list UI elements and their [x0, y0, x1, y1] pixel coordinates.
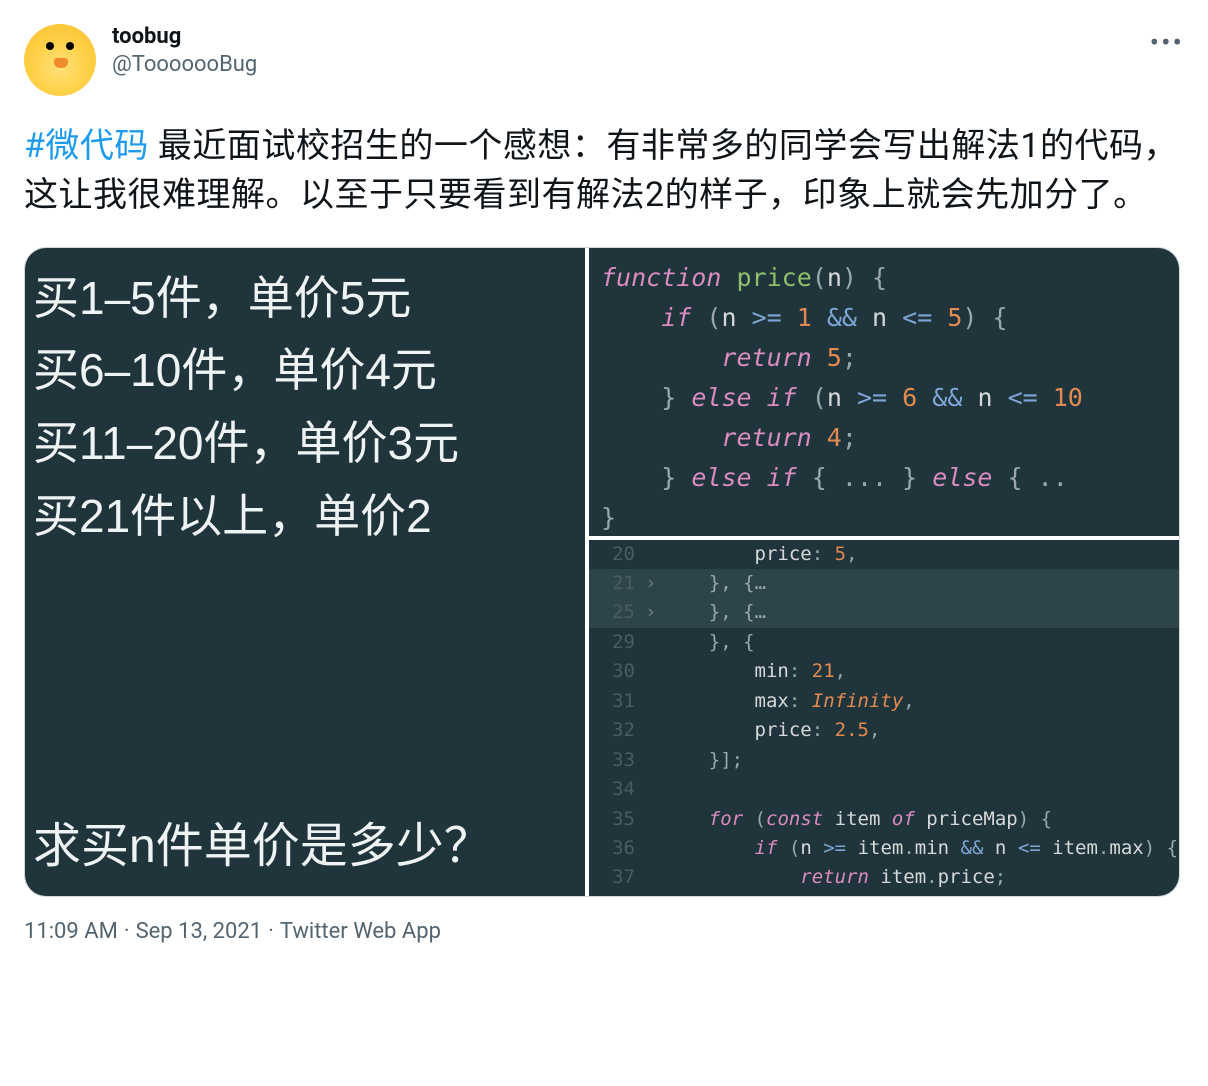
tweet-meta: 11:09 AM·Sep 13, 2021·Twitter Web App [24, 919, 1184, 944]
tweet-header: toobug @TooooooBug ••• [24, 24, 1184, 96]
price-rule: 买1–5件，单价5元 [25, 262, 585, 335]
tweet-client[interactable]: Twitter Web App [280, 919, 441, 944]
tweet-date[interactable]: Sep 13, 2021 [136, 919, 263, 944]
problem-question: 求买n件单价是多少？ [25, 806, 585, 896]
media-grid: 买1–5件，单价5元 买6–10件，单价4元 买11–20件，单价3元 买21件… [24, 247, 1180, 897]
attached-image-3[interactable]: 20 price: 5, 21› }, {…25› }, {…29 }, { 3… [589, 540, 1179, 896]
tweet-card: toobug @TooooooBug ••• #微代码 最近面试校招生的一个感想… [0, 0, 1208, 944]
price-rule: 买21件以上，单价2 [25, 480, 585, 553]
author-name: toobug [112, 24, 1150, 50]
tweet-body-text: 最近面试校招生的一个感想：有非常多的同学会写出解法1的代码，这让我很难理解。以至… [24, 126, 1178, 215]
price-rule: 买6–10件，单价4元 [25, 334, 585, 407]
attached-image-2[interactable]: function price(n) { if (n >= 1 && n <= 5… [589, 248, 1179, 536]
hashtag-link[interactable]: #微代码 [24, 126, 149, 166]
tweet-text: #微代码 最近面试校招生的一个感想：有非常多的同学会写出解法1的代码，这让我很难… [24, 122, 1184, 221]
author-block[interactable]: toobug @TooooooBug [112, 24, 1150, 81]
avatar[interactable] [24, 24, 96, 96]
more-icon[interactable]: ••• [1150, 24, 1184, 59]
tweet-time[interactable]: 11:09 AM [24, 919, 118, 944]
author-handle: @TooooooBug [112, 50, 1150, 81]
price-rule: 买11–20件，单价3元 [25, 407, 585, 480]
attached-image-1[interactable]: 买1–5件，单价5元 买6–10件，单价4元 买11–20件，单价3元 买21件… [25, 248, 585, 896]
